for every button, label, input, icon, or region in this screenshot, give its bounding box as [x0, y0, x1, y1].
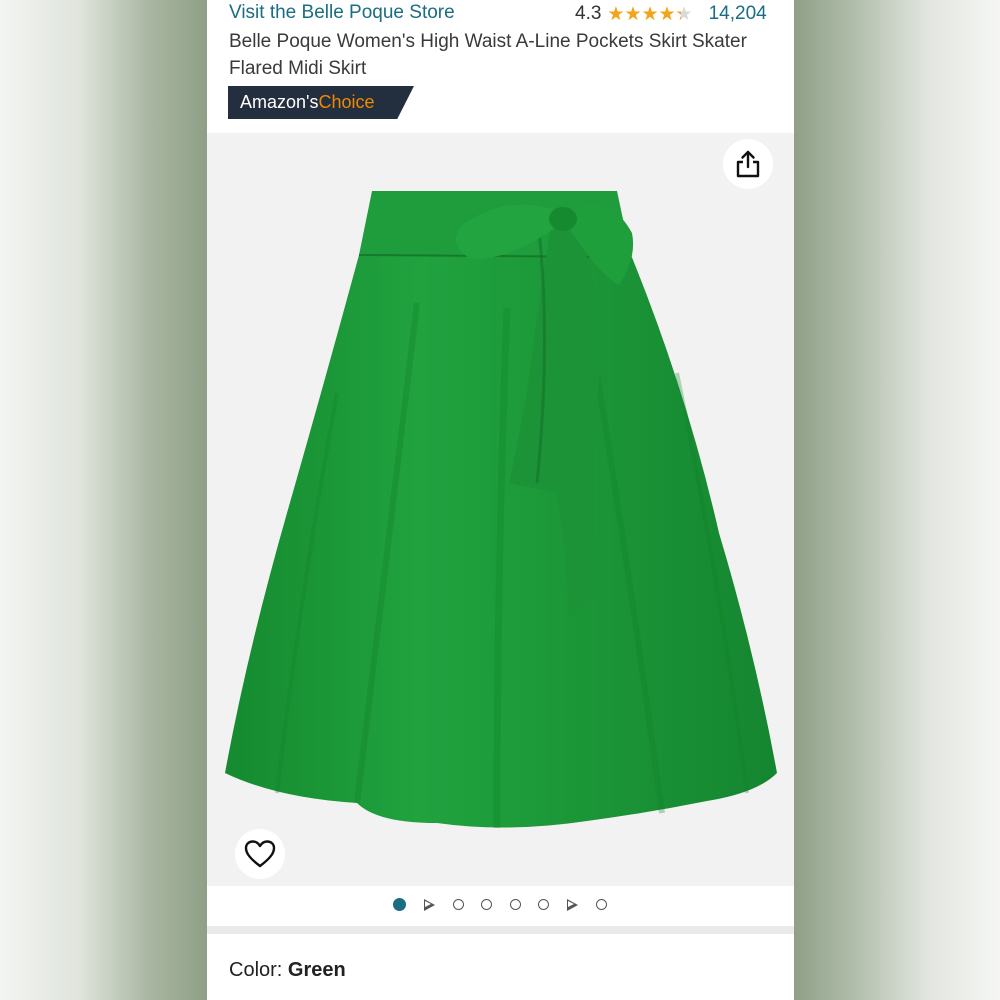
product-image[interactable] [207, 133, 794, 886]
pagination-dot[interactable] [509, 899, 521, 910]
color-label: Color: [229, 959, 288, 981]
pagination-dots [393, 898, 624, 911]
review-count-link[interactable]: 14,204 [709, 3, 767, 25]
share-icon [736, 150, 760, 178]
video-play-icon[interactable] [423, 898, 435, 911]
rating-summary[interactable]: 4.3 ★★★★★ ★★★★★ 14,204 [575, 2, 767, 26]
product-title: Belle Poque Women's High Waist A-Line Po… [229, 31, 747, 79]
pagination-dot[interactable] [595, 899, 607, 910]
video-play-icon[interactable] [566, 898, 578, 911]
badge-accent: Choice [318, 92, 375, 112]
pagination-dot[interactable] [481, 899, 492, 910]
badge-prefix: Amazon's [240, 92, 319, 112]
star-rating-icon: ★★★★★ ★★★★★ [607, 3, 693, 25]
rating-number: 4.3 [575, 3, 602, 24]
pagination-dot[interactable] [538, 899, 549, 910]
color-value: Green [287, 959, 346, 981]
pagination-dot-active[interactable] [393, 898, 406, 911]
product-card: Visit the Belle Poque Store 4.3 ★★★★★ ★★… [207, 0, 794, 1000]
amazons-choice-badge[interactable]: Amazon'sChoice [228, 86, 414, 119]
color-selection: Color: Green [229, 959, 346, 982]
wishlist-button[interactable] [235, 829, 285, 879]
image-gallery[interactable] [207, 133, 794, 886]
store-link[interactable]: Visit the Belle Poque Store [229, 2, 455, 24]
share-button[interactable] [723, 139, 773, 189]
pagination-dot[interactable] [452, 899, 464, 910]
heart-icon [244, 840, 276, 868]
gallery-pagination [207, 886, 794, 926]
product-header: Visit the Belle Poque Store 4.3 ★★★★★ ★★… [207, 0, 794, 133]
color-variation[interactable]: Color: Green [207, 934, 794, 1000]
